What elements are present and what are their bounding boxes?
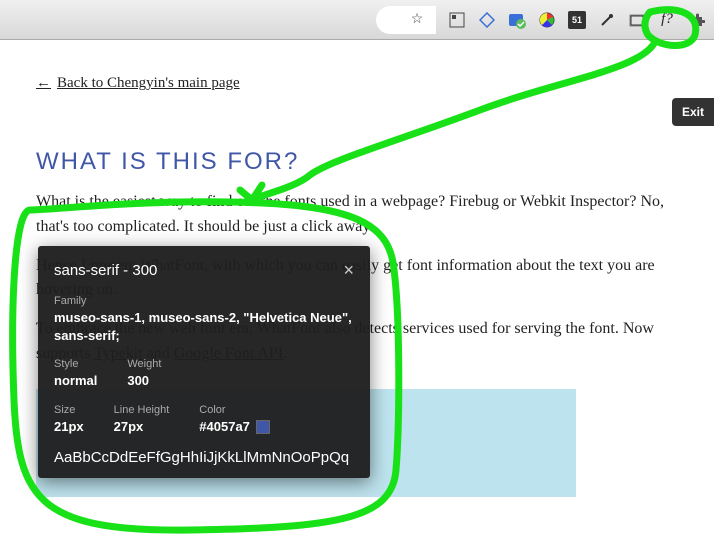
tooltip-title: sans-serif - 300 xyxy=(54,262,157,279)
ext-icon-calendar[interactable]: 51 xyxy=(568,11,586,29)
font-sample: AaBbCcDdEeFfGgHhIiJjKkLlMmNnOoPpQq xyxy=(54,449,354,466)
whatfont-tooltip: sans-serif - 300 × Family museo-sans-1, … xyxy=(38,246,370,478)
ext-icon-wand[interactable] xyxy=(598,11,616,29)
style-value: normal xyxy=(54,372,97,390)
back-link[interactable]: ← Back to Chengyin's main page xyxy=(36,75,240,92)
color-value: #4057a7 xyxy=(199,418,270,436)
paragraph-1: What is the easiest way to find out the … xyxy=(36,190,678,240)
ext-icon-2[interactable] xyxy=(478,11,496,29)
size-label: Size xyxy=(54,404,84,416)
tooltip-close-icon[interactable]: × xyxy=(343,260,354,281)
color-label: Color xyxy=(199,404,270,416)
ext-icon-screenshot[interactable] xyxy=(628,11,646,29)
lineheight-value: 27px xyxy=(114,418,170,436)
ext-icon-3[interactable] xyxy=(508,11,526,29)
color-swatch xyxy=(256,420,270,434)
star-icon[interactable]: ☆ xyxy=(408,11,426,29)
whatfont-extension-icon[interactable]: f? xyxy=(658,11,676,29)
family-value: museo-sans-1, museo-sans-2, "Helvetica N… xyxy=(54,309,354,344)
family-label: Family xyxy=(54,295,354,307)
ext-icon-1[interactable] xyxy=(448,11,466,29)
ext-icon-colorwheel[interactable] xyxy=(538,11,556,29)
extensions-puzzle-icon[interactable] xyxy=(688,11,706,29)
section-heading: WHAT IS THIS FOR? xyxy=(36,148,678,176)
back-link-text: Back to Chengyin's main page xyxy=(57,75,240,92)
weight-label: Weight xyxy=(127,358,161,370)
browser-toolbar: ☆ 51 f? xyxy=(0,0,714,40)
omnibox-end[interactable]: ☆ xyxy=(376,6,436,34)
back-arrow-icon: ← xyxy=(36,75,51,92)
style-label: Style xyxy=(54,358,97,370)
size-value: 21px xyxy=(54,418,84,436)
lineheight-label: Line Height xyxy=(114,404,170,416)
weight-value: 300 xyxy=(127,372,161,390)
